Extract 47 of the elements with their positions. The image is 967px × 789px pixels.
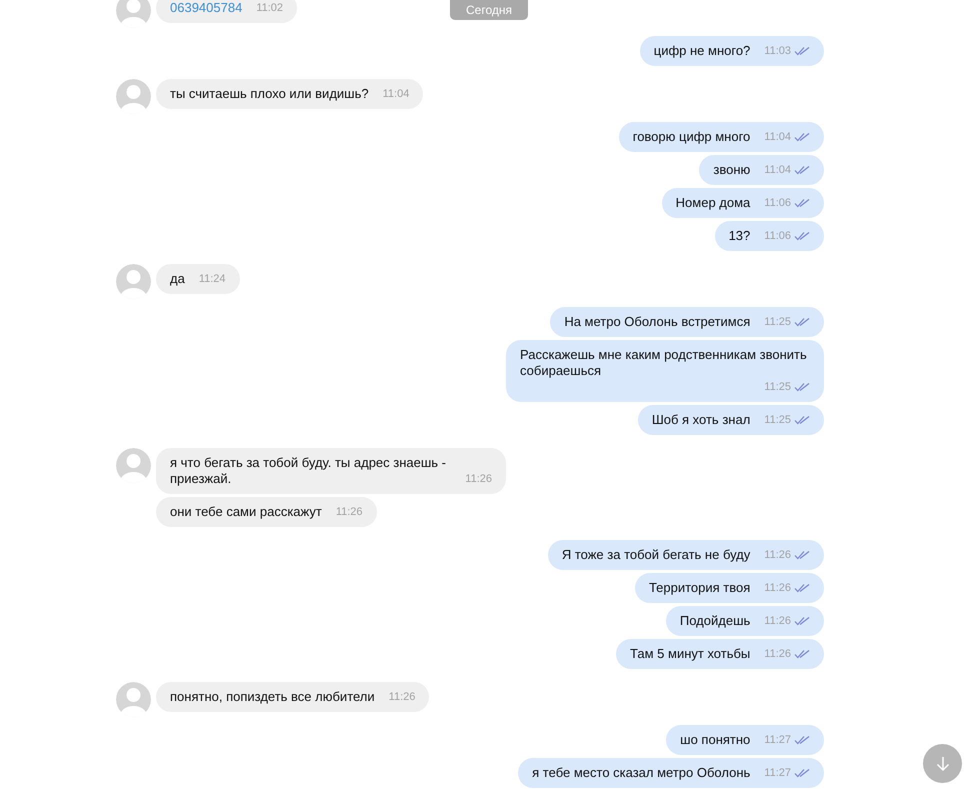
avatar-icon (116, 0, 151, 28)
message-time: 11:25 (764, 315, 791, 330)
message-text: Территория твоя (648, 580, 750, 596)
message-text: Номер дома (676, 195, 750, 211)
message-text: шо понятно (680, 732, 750, 748)
date-badge: Сегодня (450, 0, 528, 20)
scroll-down-button[interactable] (923, 744, 962, 783)
message-time: 11:03 (764, 44, 791, 59)
message-time: 11:26 (764, 548, 791, 563)
avatar-icon (116, 682, 151, 717)
message-time: 11:26 (764, 581, 791, 596)
message-text: да (170, 271, 185, 286)
message-time: 11:04 (764, 163, 791, 178)
message-text: Подойдешь (680, 613, 750, 629)
message-text: цифр не много? (654, 43, 750, 59)
message-time: 11:24 (198, 272, 226, 287)
message-text: Там 5 минут хотьбы (630, 646, 750, 662)
message-time: 11:26 (764, 647, 791, 662)
message-text: Я тоже за тобой бегать не буду (562, 547, 750, 563)
message-text: понятно, попиздеть все любители (170, 689, 375, 704)
message-time: 11:02 (256, 1, 284, 16)
message-text: я тебе место сказал метро Оболонь (532, 765, 750, 781)
message-text: говорю цифр много (632, 129, 750, 145)
message-time: 11:04 (764, 130, 791, 145)
message-time: 11:26 (764, 614, 791, 629)
message-time: 11:06 (764, 229, 791, 244)
message-text: звоню (713, 162, 750, 178)
avatar-icon (116, 79, 151, 114)
message-text: На метро Оболонь встретимся (564, 314, 750, 330)
message-text: ты считаешь плохо или видишь? (170, 86, 369, 101)
message-time: 11:26 (465, 472, 492, 487)
message-text: я что бегать за тобой буду. ты адрес знаешь - приезжай. (170, 455, 446, 486)
avatar-icon (116, 448, 151, 483)
message-text: Расскажешь мне каким родственникам звонить собираешься (520, 347, 808, 379)
message-time: 11:04 (382, 87, 410, 102)
message-time: 11:27 (764, 733, 791, 748)
message-time: 11:25 (764, 413, 791, 428)
message-text: они тебе сами расскажут (170, 504, 322, 519)
message-text: 13? (728, 228, 750, 244)
phone-link[interactable]: 0639405784 (170, 0, 242, 15)
message-time: 11:26 (388, 690, 416, 705)
message-text: Шоб я хоть знал (652, 412, 750, 428)
message-time: 11:26 (336, 505, 363, 520)
avatar-icon (116, 264, 151, 299)
message-time: 11:25 (764, 380, 791, 395)
message-time: 11:06 (764, 196, 791, 211)
message-time: 11:27 (764, 766, 791, 781)
